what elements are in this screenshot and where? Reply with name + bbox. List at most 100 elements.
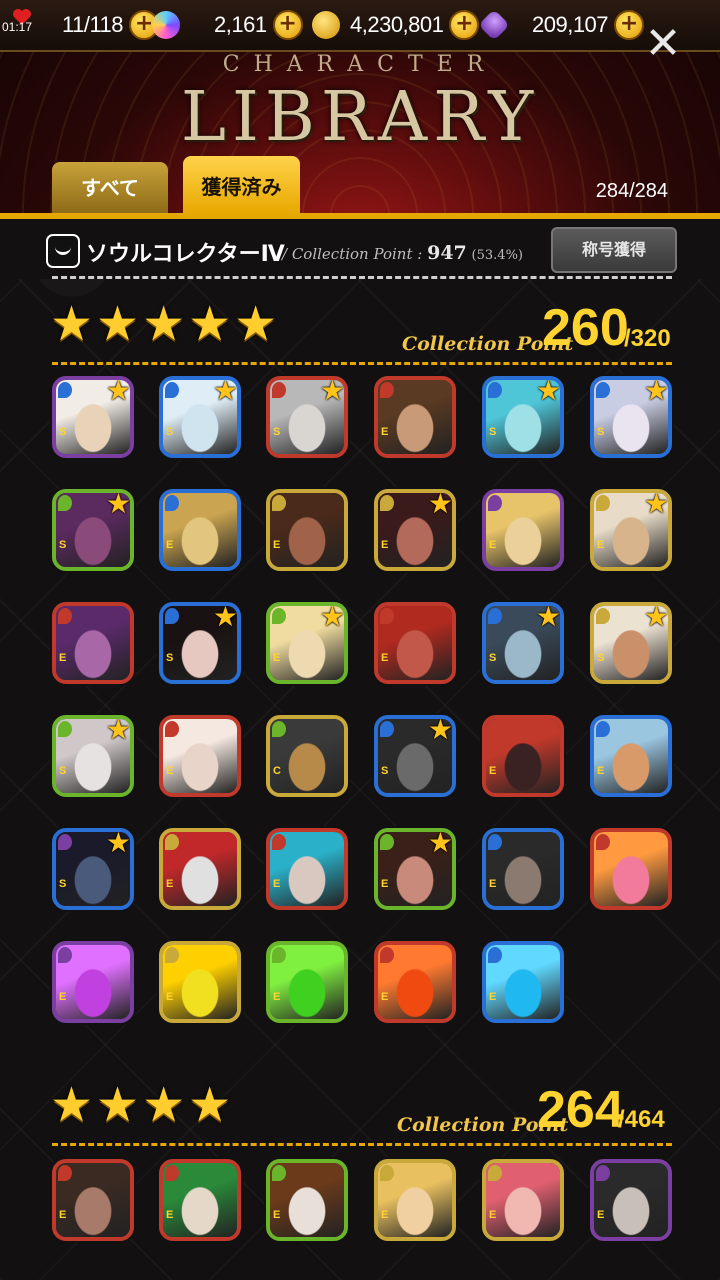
stamina-counter: 11/118 + [62, 10, 160, 40]
character-card[interactable]: S ★ [52, 828, 134, 910]
add-gold-button[interactable]: + [449, 10, 480, 40]
character-card[interactable]: E [374, 941, 456, 1023]
rank-label: E [166, 1209, 174, 1221]
character-card[interactable]: C [266, 715, 348, 797]
character-card[interactable]: E [374, 1159, 456, 1241]
character-card[interactable]: E [266, 941, 348, 1023]
attribute-icon [380, 947, 394, 963]
add-crystal-button[interactable]: + [272, 10, 303, 40]
rank-label: S [166, 426, 174, 438]
attribute-icon [272, 721, 286, 737]
awakened-star-icon: ★ [319, 376, 345, 407]
character-card[interactable]: E ★ [266, 602, 348, 684]
character-card[interactable]: S ★ [590, 602, 672, 684]
character-card[interactable]: E [482, 828, 564, 910]
star-icon: ★ [234, 296, 278, 352]
attribute-icon [380, 382, 394, 398]
rank-label: E [489, 1209, 497, 1221]
character-card[interactable]: E [52, 602, 134, 684]
rank-label: E [489, 878, 497, 890]
star-icon: ★ [142, 296, 186, 352]
character-card[interactable]: S ★ [482, 602, 564, 684]
rank-label: E [489, 539, 497, 551]
attribute-icon [165, 1165, 179, 1181]
character-card[interactable]: E ★ [374, 828, 456, 910]
character-card[interactable]: S ★ [159, 376, 241, 458]
character-card[interactable]: E ★ [590, 489, 672, 571]
character-card[interactable]: E [482, 715, 564, 797]
character-card[interactable]: E [266, 489, 348, 571]
character-card[interactable]: E [482, 489, 564, 571]
gem-value: 209,107 [532, 12, 609, 37]
character-card[interactable]: S ★ [374, 715, 456, 797]
crystal-value: 2,161 [214, 12, 267, 37]
character-card[interactable]: E [52, 1159, 134, 1241]
awakened-star-icon: ★ [105, 828, 131, 859]
rank-label: E [273, 1209, 281, 1221]
character-card[interactable]: S ★ [590, 376, 672, 458]
rank-label: E [381, 426, 389, 438]
attribute-icon [380, 495, 394, 511]
attribute-icon [165, 382, 179, 398]
character-card[interactable]: E [374, 602, 456, 684]
rank-label: E [59, 991, 67, 1003]
attribute-icon [596, 495, 610, 511]
collection-point-pct: (53.4%) [471, 248, 523, 263]
character-card[interactable]: E [590, 1159, 672, 1241]
rank-label: E [381, 652, 389, 664]
tab-owned[interactable]: 獲得済み [183, 156, 300, 214]
gold-value: 4,230,801 [350, 12, 444, 37]
character-card[interactable]: E [159, 941, 241, 1023]
attribute-icon [58, 721, 72, 737]
awakened-star-icon: ★ [105, 489, 131, 520]
rank-label: S [59, 426, 67, 438]
section-divider [52, 1143, 672, 1146]
awakened-star-icon: ★ [643, 602, 669, 633]
character-card[interactable]: S ★ [159, 602, 241, 684]
rank-label: E [381, 539, 389, 551]
attribute-icon [488, 1165, 502, 1181]
section-divider [52, 362, 672, 365]
character-card[interactable]: E [590, 715, 672, 797]
attribute-icon [380, 834, 394, 850]
character-card[interactable]: S ★ [482, 376, 564, 458]
tab-all[interactable]: すべて [52, 162, 168, 214]
attribute-icon [272, 834, 286, 850]
attribute-icon [488, 382, 502, 398]
character-card[interactable]: E [482, 1159, 564, 1241]
character-card[interactable]: S ★ [52, 715, 134, 797]
character-card[interactable]: E [159, 1159, 241, 1241]
crystal-counter: 2,161 + [152, 10, 303, 40]
rank-label: S [59, 765, 67, 777]
character-card[interactable]: S ★ [52, 376, 134, 458]
awakened-star-icon: ★ [427, 715, 453, 746]
attribute-icon [488, 608, 502, 624]
character-card[interactable]: E [159, 489, 241, 571]
character-card[interactable]: S ★ [52, 489, 134, 571]
star-icon: ★ [142, 1077, 186, 1133]
rank-label: E [381, 991, 389, 1003]
character-card[interactable]: S ★ [266, 376, 348, 458]
character-card[interactable]: E [266, 1159, 348, 1241]
rank-label: E [381, 1209, 389, 1221]
rank-label: E [273, 539, 281, 551]
attribute-icon [272, 947, 286, 963]
collection-title: ソウルコレクターⅣ [86, 242, 285, 267]
character-card[interactable]: E [482, 941, 564, 1023]
character-card[interactable] [590, 828, 672, 910]
character-card[interactable]: E [266, 828, 348, 910]
attribute-icon [58, 1165, 72, 1181]
attribute-icon [58, 495, 72, 511]
character-card[interactable]: E [374, 376, 456, 458]
rank-label: E [166, 765, 174, 777]
character-card[interactable]: E [159, 828, 241, 910]
character-card[interactable]: E [52, 941, 134, 1023]
attribute-icon [272, 382, 286, 398]
rank-label: E [381, 878, 389, 890]
add-gem-button[interactable]: + [614, 10, 645, 40]
star-icon: ★ [188, 1077, 232, 1133]
character-card[interactable]: E ★ [374, 489, 456, 571]
acquire-title-button[interactable]: 称号獲得 [551, 227, 677, 273]
character-card[interactable]: E [159, 715, 241, 797]
collection-point: / Collection Point : 947 (53.4%) [282, 242, 523, 264]
